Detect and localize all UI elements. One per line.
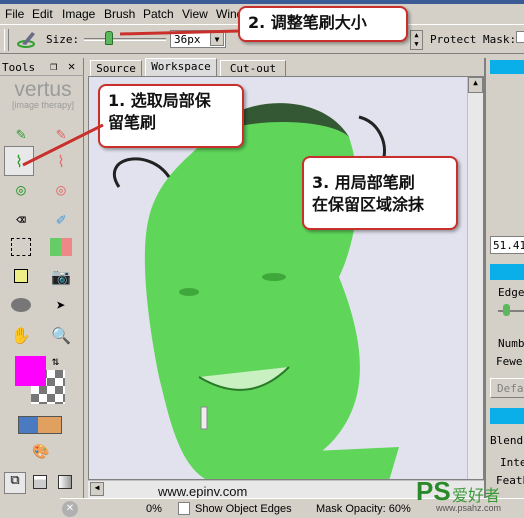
logo-main: vertus — [14, 78, 72, 101]
ps-url-text: www.psahz.com — [436, 503, 502, 513]
left-eye — [179, 288, 199, 296]
size-label: Size: — [46, 33, 80, 46]
center-watermark-text: www.epinv.com — [158, 484, 248, 499]
brush-icon — [16, 29, 38, 49]
palette-icon[interactable]: 🎨 — [32, 444, 49, 460]
tab-cut-out[interactable]: Cut-out — [220, 60, 286, 77]
view-mode-2-icon[interactable] — [33, 475, 47, 489]
panel-header-3 — [490, 408, 524, 424]
keep-brush-icon[interactable]: ◎ — [6, 176, 36, 202]
tab-workspace[interactable]: Workspace — [145, 58, 217, 77]
size-slider-track[interactable] — [84, 38, 166, 41]
pen-tool-icon[interactable] — [46, 234, 76, 260]
camera-icon[interactable]: 📷 — [46, 263, 76, 289]
blend-label: Blend — [490, 434, 524, 447]
size-slider-thumb[interactable] — [104, 31, 113, 45]
swap-colors-icon[interactable]: ⇅ — [52, 354, 59, 368]
progress-text: 0% — [146, 503, 162, 515]
panel-header-1 — [490, 60, 524, 74]
callout-step-3-line-1: 3. 用局部笔刷 — [312, 173, 415, 192]
marker-icon[interactable]: ✐ — [46, 206, 76, 232]
scroll-left-button[interactable]: ◀ — [90, 482, 104, 496]
selection-rect-icon[interactable] — [6, 234, 36, 260]
feath-label: Feath — [496, 474, 524, 487]
eraser-icon[interactable]: ⌫ — [6, 206, 36, 232]
toolbar-grip[interactable] — [4, 29, 9, 51]
tools-title: Tools — [2, 61, 36, 74]
scroll-up-button[interactable]: ▲ — [468, 77, 483, 93]
menu-view[interactable]: View — [182, 7, 208, 21]
show-object-edges-checkbox[interactable] — [178, 502, 190, 515]
menu-brush[interactable]: Brush — [104, 7, 135, 21]
logo-sub: [image therapy] — [11, 100, 75, 110]
callout-step-2: 2. 调整笔刷大小 — [238, 6, 408, 42]
undock-icon[interactable]: ❐ — [50, 59, 57, 73]
edge-label: Edge — [498, 286, 524, 299]
close-icon[interactable]: ✕ — [68, 59, 75, 73]
vertical-scrollbar[interactable]: ▲ — [467, 77, 483, 479]
foreground-color-swatch[interactable] — [15, 356, 46, 386]
hair-strands-left — [112, 157, 171, 188]
callout-step-1-line-1: 1. 选取局部保 — [108, 91, 211, 110]
right-panel: 51.415 Edge Numb Fewer Defau Blend Inte … — [484, 58, 524, 498]
view-mode-1-icon[interactable]: ⧉ — [4, 472, 26, 494]
zoom-icon[interactable]: 🔍 — [46, 322, 76, 348]
protect-mask-checkbox[interactable] — [516, 31, 524, 43]
earring — [200, 406, 208, 430]
tab-source[interactable]: Source — [90, 60, 142, 77]
mask-opacity-text: Mask Opacity: 60% — [316, 503, 411, 515]
show-object-edges-label: Show Object Edges — [195, 503, 292, 515]
remove-brush-icon[interactable]: ◎ — [46, 176, 76, 202]
menu-patch[interactable]: Patch — [143, 7, 174, 21]
numb-label: Numb — [498, 337, 524, 350]
callout-step-1-line-2: 留笔刷 — [108, 113, 157, 132]
compare-images-icon[interactable] — [18, 416, 62, 434]
edge-slider-thumb[interactable] — [503, 304, 510, 316]
view-mode-3-icon[interactable] — [58, 475, 72, 489]
protect-mask-label: Protect Mask: — [430, 33, 517, 46]
value-field[interactable]: 51.415 — [490, 236, 524, 254]
right-eye — [262, 273, 286, 281]
menu-window[interactable]: Window — [216, 7, 240, 21]
menu-image[interactable]: Image — [62, 7, 95, 21]
edge-slider-track[interactable] — [498, 310, 524, 312]
callout-step-1-pointer — [22, 123, 104, 167]
spin-buttons[interactable]: ▲ ▼ — [410, 30, 423, 50]
callout-step-3-line-2: 在保留区域涂抹 — [312, 195, 425, 214]
panel-header-2 — [490, 264, 524, 280]
callout-step-2-pointer — [120, 29, 241, 36]
fewer-label: Fewer — [496, 355, 524, 368]
pointer-icon[interactable]: ➤ — [46, 292, 76, 318]
callout-step-1: 1. 选取局部保 留笔刷 — [98, 84, 244, 148]
tools-panel-header: Tools ❐ ✕ — [0, 58, 84, 76]
cancel-icon[interactable]: ✕ — [62, 501, 78, 517]
menu-file[interactable]: File — [5, 7, 24, 21]
inte-label: Inte — [500, 456, 524, 469]
hand-icon[interactable]: ✋ — [6, 322, 36, 348]
menu-edit[interactable]: Edit — [32, 7, 53, 21]
lasso-icon[interactable] — [6, 292, 36, 318]
defaults-button[interactable]: Defau — [490, 378, 524, 398]
color-picker-icon[interactable] — [6, 263, 36, 289]
callout-step-3: 3. 用局部笔刷 在保留区域涂抹 — [302, 156, 458, 230]
